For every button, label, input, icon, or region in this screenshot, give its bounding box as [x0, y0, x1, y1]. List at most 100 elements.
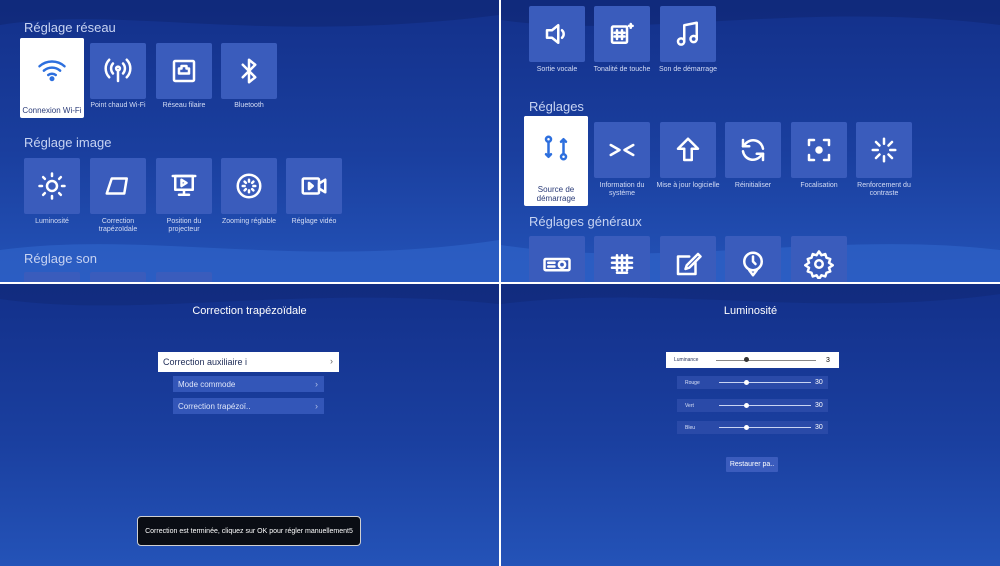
tile-contrast-boost[interactable]: [856, 122, 912, 178]
chevron-right-icon: ›: [330, 356, 333, 366]
hotspot-icon: [104, 58, 132, 83]
tile-label: Réglage vidéo: [291, 218, 337, 225]
tile-key-tone[interactable]: [594, 6, 650, 62]
tile-startup-sound[interactable]: [660, 6, 716, 62]
menu-item-keystone-correction[interactable]: Correction trapézoï.. ›: [173, 398, 324, 414]
tile-zoom[interactable]: [221, 158, 277, 214]
refresh-icon: [741, 138, 765, 162]
slider-knob[interactable]: [743, 357, 749, 362]
loading-spark-icon: [871, 137, 897, 163]
tile-label: Renforcement du contraste: [857, 182, 911, 197]
slider-track[interactable]: [719, 382, 811, 383]
slider-label: Bleu: [685, 424, 696, 431]
tile-focus[interactable]: [791, 122, 847, 178]
slider-knob[interactable]: [744, 380, 750, 385]
edit-note-icon: [676, 252, 702, 276]
info-arrows-icon: [609, 143, 635, 157]
tile-label: Position du projecteur: [166, 218, 202, 233]
tile-projector[interactable]: [529, 236, 585, 282]
tile-partial[interactable]: [24, 272, 80, 282]
tile-label: Réseau filaire: [162, 102, 206, 109]
slider-track[interactable]: [719, 427, 811, 428]
tile-label: Son de démarrage: [659, 66, 717, 73]
tile-label: Luminosité: [35, 218, 69, 225]
menu-item-auxiliary-correction[interactable]: Correction auxiliaire i ›: [158, 352, 339, 372]
tile-label: Bluetooth: [234, 102, 264, 109]
wave-decoration: [501, 284, 1000, 304]
tile-general-settings[interactable]: [791, 236, 847, 282]
tile-video-settings[interactable]: [286, 158, 342, 214]
menu-label: Mode commode: [178, 379, 236, 389]
section-title-settings: Réglages: [529, 99, 584, 114]
section-title-general: Réglages généraux: [529, 214, 642, 229]
gear-icon: [804, 250, 834, 279]
tile-keyboard[interactable]: [594, 236, 650, 282]
tile-keystone[interactable]: [90, 158, 146, 214]
tile-label: Tonalité de touche: [593, 66, 651, 73]
slider-knob[interactable]: [744, 425, 750, 430]
tile-label: Réinitialiser: [734, 182, 772, 189]
section-title-network: Réglage réseau: [24, 20, 116, 35]
chevron-right-icon: ›: [315, 401, 318, 411]
slider-label: Rouge: [685, 379, 700, 386]
slider-value: 30: [815, 402, 823, 409]
menu-label: Correction auxiliaire i: [163, 357, 248, 367]
slider-label: Vert: [685, 402, 694, 409]
tile-label: Connexion Wi-Fi: [22, 106, 82, 115]
tile-software-update[interactable]: [660, 122, 716, 178]
slider-red[interactable]: Rouge 30: [677, 376, 828, 389]
tile-system-info[interactable]: [594, 122, 650, 178]
tile-voice-output[interactable]: [529, 6, 585, 62]
projector-screen-icon: [171, 174, 197, 196]
tile-label: Information du système: [599, 182, 645, 197]
slider-luminance[interactable]: Luminance 3: [666, 352, 839, 368]
menu-item-easy-mode[interactable]: Mode commode ›: [173, 376, 324, 392]
tile-projector-position[interactable]: [156, 158, 212, 214]
slider-green[interactable]: Vert 30: [677, 399, 828, 412]
tile-label: Zooming réglable: [221, 218, 277, 225]
tile-label: Mise à jour logicielle: [656, 182, 720, 189]
tile-partial[interactable]: [90, 272, 146, 282]
tile-bluetooth[interactable]: [221, 43, 277, 99]
tile-edit[interactable]: [660, 236, 716, 282]
video-camera-icon: [301, 177, 327, 195]
tile-time[interactable]: [725, 236, 781, 282]
tile-wired-network[interactable]: [156, 43, 212, 99]
slider-value: 3: [826, 356, 830, 364]
speaker-icon: [545, 24, 565, 44]
slider-track[interactable]: [716, 359, 816, 361]
section-title-image: Réglage image: [24, 135, 112, 150]
ethernet-icon: [172, 59, 196, 83]
toast-message: Correction est terminée, cliquez sur OK …: [137, 516, 361, 546]
tile-label: Focalisation: [800, 182, 838, 189]
wifi-icon: [38, 60, 66, 82]
restore-defaults-button[interactable]: Restaurer pa..: [726, 457, 778, 472]
clock-pin-icon: [743, 251, 763, 277]
trapezoid-icon: [105, 177, 128, 195]
zoom-dial-icon: [236, 173, 262, 199]
tile-label: Sortie vocale: [536, 66, 578, 73]
tile-wifi-hotspot[interactable]: [90, 43, 146, 99]
tile-partial[interactable]: [156, 272, 212, 282]
slider-knob[interactable]: [744, 403, 750, 408]
page-title: Luminosité: [723, 305, 778, 317]
slider-track[interactable]: [719, 405, 811, 406]
projector-icon: [543, 257, 571, 272]
tile-wifi[interactable]: [20, 38, 84, 102]
keypad-tone-icon: [610, 22, 634, 44]
tile-label: Source de démarrage: [536, 185, 576, 203]
tile-startup-source[interactable]: [524, 116, 588, 180]
tile-label: Correction trapézoïdale: [98, 218, 138, 233]
page-title: Correction trapézoïdale: [192, 305, 307, 317]
tile-reset[interactable]: [725, 122, 781, 178]
bluetooth-icon: [241, 58, 257, 84]
keyboard-grid-icon: [610, 254, 634, 274]
slider-blue[interactable]: Bleu 30: [677, 421, 828, 434]
upload-arrow-icon: [676, 137, 700, 162]
menu-label: Correction trapézoï..: [178, 401, 251, 411]
section-title-sound: Réglage son: [24, 251, 97, 266]
focus-frame-icon: [807, 138, 831, 162]
sun-icon: [38, 172, 66, 200]
slider-value: 30: [815, 424, 823, 431]
tile-brightness[interactable]: [24, 158, 80, 214]
